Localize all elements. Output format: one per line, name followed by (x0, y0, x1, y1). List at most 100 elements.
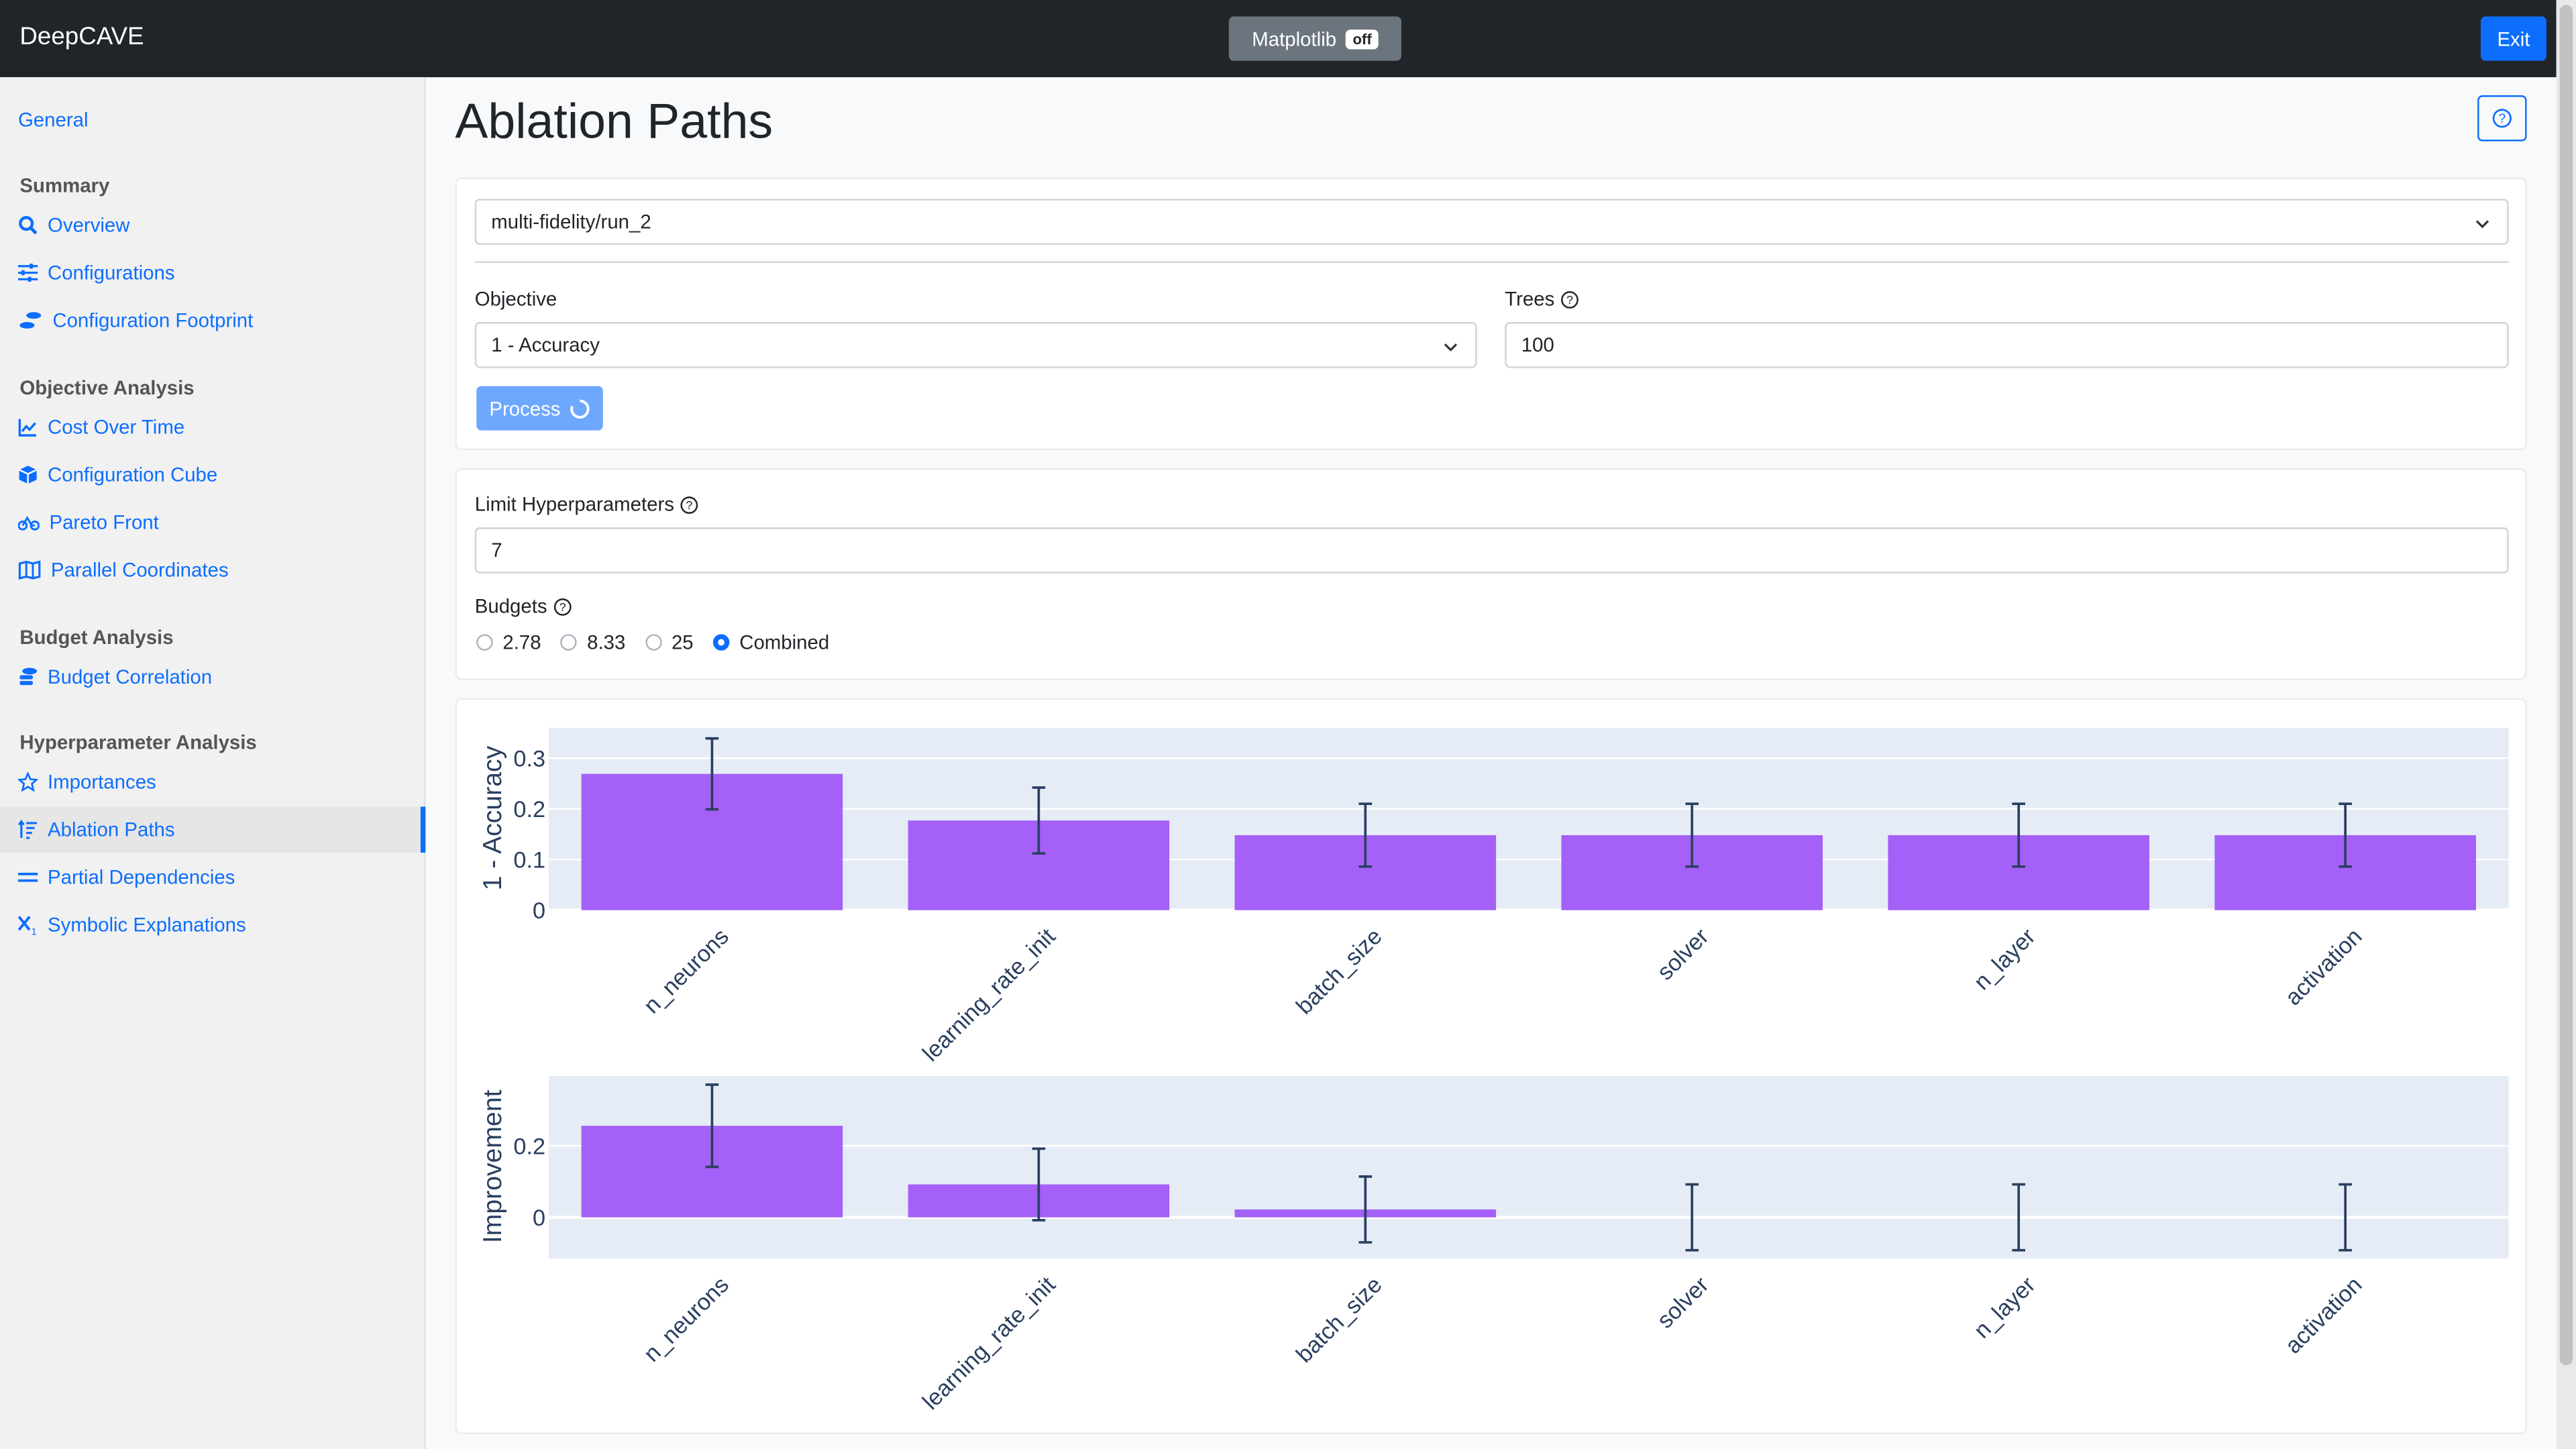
divider (474, 261, 2509, 263)
budget-radio-8-33[interactable]: 8.33 (560, 631, 626, 654)
exit-button[interactable]: Exit (2480, 16, 2546, 61)
sidebar-item-general[interactable]: General (0, 97, 425, 143)
top-navbar: DeepCAVE Matplotlib off Exit (0, 0, 2557, 78)
run-select[interactable]: multi-fidelity/run_2 (474, 199, 2509, 245)
y-tick-label: 0.1 (513, 847, 545, 873)
limit-label-text: Limit Hyperparameters (474, 492, 675, 516)
sidebar: General Summary Overview Configurations … (0, 77, 426, 1449)
chart-line-icon (18, 419, 36, 437)
trees-label-text: Trees (1505, 287, 1555, 311)
spinner-icon (570, 398, 590, 418)
y-tick-label: 0.3 (513, 746, 545, 771)
x-tick-label: n_neurons (639, 924, 733, 1018)
budget-radio-group: 2.78 8.33 25 Combined (476, 631, 849, 654)
y-axis-label: Improvement (478, 1089, 507, 1243)
sidebar-item-partial-dependencies[interactable]: Partial Dependencies (0, 854, 425, 900)
sidebar-item-label: Symbolic Explanations (48, 913, 246, 936)
sidebar-item-configurations[interactable]: Configurations (0, 250, 425, 296)
run-select-value: multi-fidelity/run_2 (491, 210, 651, 233)
process-button-label: Process (489, 396, 561, 420)
chevron-down-icon (1444, 343, 1458, 352)
search-icon (19, 216, 38, 235)
sidebar-item-configuration-cube[interactable]: Configuration Cube (0, 451, 425, 498)
brand-logo[interactable]: DeepCAVE (19, 23, 144, 51)
y-axis-label: 1 - Accuracy (478, 745, 507, 890)
sidebar-item-label: Configuration Cube (48, 463, 218, 486)
radio-label: 8.33 (587, 631, 626, 654)
sidebar-item-label: Importances (48, 770, 156, 794)
radio-button[interactable] (560, 634, 578, 651)
budget-radio-2-78[interactable]: 2.78 (476, 631, 541, 654)
scrollbar-thumb[interactable] (2559, 5, 2573, 1366)
sidebar-item-cost-over-time[interactable]: Cost Over Time (0, 404, 425, 450)
sidebar-section-budget-analysis: Budget Analysis (19, 626, 174, 649)
sort-amount-icon (17, 820, 38, 839)
x-tick-label: solver (1652, 924, 1714, 985)
parameters-card: Limit Hyperparameters ? 7 Budgets ? 2.78… (455, 468, 2527, 680)
bicycle-icon (17, 516, 40, 531)
app-root: DeepCAVE Matplotlib off Exit General Sum… (0, 0, 2576, 1449)
svg-text:?: ? (559, 600, 566, 613)
sidebar-item-label: Pareto Front (49, 511, 159, 534)
radio-button[interactable] (476, 634, 493, 651)
shoe-prints-icon (19, 312, 42, 329)
x-tick-label: batch_size (1291, 1272, 1387, 1368)
sidebar-item-importances[interactable]: Importances (0, 759, 425, 805)
question-circle-icon[interactable]: ? (553, 597, 572, 615)
sidebar-section-objective-analysis: Objective Analysis (19, 376, 195, 400)
x-tick-label: learning_rate_init (918, 924, 1061, 1067)
budget-radio-combined[interactable]: Combined (713, 631, 829, 654)
objective-select[interactable]: 1 - Accuracy (474, 322, 1477, 368)
sidebar-item-label: Parallel Coordinates (50, 558, 229, 582)
page-title: Ablation Paths (455, 95, 773, 150)
x-tick-label: activation (2280, 1272, 2367, 1358)
x-tick-label: n_layer (1969, 924, 2040, 995)
question-circle-icon[interactable]: ? (1561, 290, 1579, 308)
matplotlib-toggle-button[interactable]: Matplotlib off (1228, 16, 1401, 61)
radio-label: 25 (671, 631, 694, 654)
sidebar-item-label: Budget Correlation (48, 665, 213, 689)
radio-button[interactable] (645, 634, 662, 651)
sidebar-item-overview[interactable]: Overview (0, 202, 425, 248)
star-icon (17, 772, 38, 792)
trees-input[interactable]: 100 (1505, 322, 2509, 368)
radio-button-selected[interactable] (713, 634, 730, 651)
plot-background (548, 1076, 2509, 1258)
budgets-label: Budgets ? (475, 595, 572, 618)
help-button[interactable]: ? (2477, 95, 2527, 142)
limit-hyperparameters-input[interactable]: 7 (474, 527, 2509, 574)
sidebar-section-hyperparameter-analysis: Hyperparameter Analysis (19, 731, 257, 755)
sidebar-item-pareto-front[interactable]: Pareto Front (0, 499, 425, 545)
sidebar-item-symbolic-explanations[interactable]: 1 Symbolic Explanations (0, 902, 425, 949)
sidebar-item-ablation-paths[interactable]: Ablation Paths (0, 806, 426, 853)
sidebar-item-budget-correlation[interactable]: Budget Correlation (0, 654, 425, 700)
y-tick-label: 0.2 (513, 1134, 545, 1159)
x-tick-label: activation (2280, 924, 2367, 1010)
svg-text:?: ? (1567, 292, 1574, 306)
ablation-charts: 00.10.20.3n_neurons learning_rate_init bat… (478, 727, 2509, 1415)
sidebar-item-label: General (17, 108, 89, 131)
question-circle-icon[interactable]: ? (681, 495, 699, 513)
budgets-label-text: Budgets (474, 594, 547, 618)
svg-text:?: ? (686, 498, 693, 511)
sidebar-item-label: Configurations (48, 261, 175, 284)
x-tick-label: n_layer (1969, 1272, 2040, 1343)
sidebar-section-summary: Summary (19, 174, 110, 197)
objective-label: Objective (475, 288, 557, 311)
chevron-down-icon (2475, 220, 2489, 229)
sidebar-item-parallel-coordinates[interactable]: Parallel Coordinates (0, 547, 425, 594)
matplotlib-label: Matplotlib (1252, 27, 1337, 50)
svg-text:1: 1 (32, 926, 37, 934)
budget-radio-25[interactable]: 25 (645, 631, 694, 654)
trees-input-value: 100 (1521, 333, 1554, 357)
sliders-icon (17, 264, 38, 282)
x-tick-label: solver (1652, 1272, 1714, 1334)
sidebar-item-label: Cost Over Time (48, 415, 185, 439)
page-scrollbar[interactable] (2556, 0, 2576, 1449)
y-tick-label: 0.2 (513, 797, 545, 822)
process-button[interactable]: Process (476, 386, 603, 431)
x-tick-label: n_neurons (639, 1272, 733, 1366)
x-tick-label: learning_rate_init (918, 1272, 1061, 1415)
sidebar-item-configuration-footprint[interactable]: Configuration Footprint (0, 297, 425, 343)
y-tick-label: 0 (533, 1205, 545, 1231)
